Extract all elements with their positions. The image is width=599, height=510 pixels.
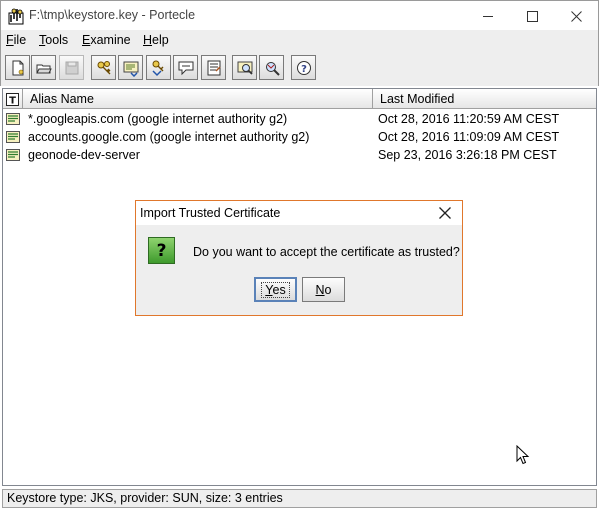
table-row[interactable]: accounts.google.com (google internet aut… bbox=[3, 128, 596, 146]
status-bar: Keystore type: JKS, provider: SUN, size:… bbox=[2, 489, 597, 508]
menu-bar: File Tools Examine Help bbox=[0, 30, 599, 52]
open-keystore-icon bbox=[35, 64, 52, 73]
alias-cell: accounts.google.com (google internet aut… bbox=[28, 130, 310, 144]
type-column-icon: T bbox=[6, 92, 19, 106]
last-modified-cell: Oct 28, 2016 11:09:09 AM CEST bbox=[378, 130, 560, 144]
examine-certificate-icon bbox=[237, 61, 253, 75]
trusted-certificate-icon bbox=[6, 149, 20, 161]
table-row[interactable]: geonode-dev-server Sep 23, 2016 3:26:18 … bbox=[3, 146, 596, 164]
dialog-title-bar: Import Trusted Certificate bbox=[136, 201, 462, 225]
examine-ssl-icon bbox=[265, 61, 280, 76]
import-trusted-cert-button[interactable] bbox=[118, 55, 143, 80]
maximize-button[interactable] bbox=[509, 1, 555, 31]
minimize-icon bbox=[482, 15, 493, 17]
import-keypair-icon bbox=[151, 60, 163, 76]
examine-ssl-button[interactable] bbox=[259, 55, 284, 80]
column-header-type[interactable]: T bbox=[3, 89, 23, 109]
portecle-app-icon[interactable] bbox=[8, 7, 24, 25]
open-keystore-button[interactable] bbox=[31, 55, 56, 80]
import-trusted-certificate-dialog: Import Trusted Certificate ? Do you want… bbox=[135, 200, 463, 316]
window-title: F:\tmp\keystore.key - Portecle bbox=[29, 8, 196, 22]
yes-button[interactable]: Yes bbox=[254, 277, 297, 302]
menu-examine[interactable]: Examine bbox=[82, 33, 131, 47]
set-password-button[interactable] bbox=[173, 55, 198, 80]
status-text: Keystore type: JKS, provider: SUN, size:… bbox=[7, 491, 283, 505]
set-password-icon bbox=[178, 61, 193, 75]
question-icon: ? bbox=[148, 237, 175, 264]
trusted-certificate-icon bbox=[6, 113, 20, 125]
alias-cell: *.googleapis.com (google internet author… bbox=[28, 112, 288, 126]
new-keystore-button[interactable] bbox=[5, 55, 30, 80]
menu-help[interactable]: Help bbox=[143, 33, 169, 47]
minimize-button[interactable] bbox=[465, 1, 511, 31]
examine-certificate-button[interactable] bbox=[232, 55, 257, 80]
mouse-pointer-icon bbox=[516, 445, 530, 465]
last-modified-cell: Sep 23, 2016 3:26:18 PM CEST bbox=[378, 148, 557, 162]
last-modified-cell: Oct 28, 2016 11:20:59 AM CEST bbox=[378, 112, 560, 126]
keystore-report-icon bbox=[207, 60, 221, 75]
close-window-button[interactable] bbox=[553, 1, 599, 31]
menu-file[interactable]: File bbox=[6, 33, 26, 47]
new-keystore-icon bbox=[12, 60, 23, 75]
svg-text:?: ? bbox=[301, 64, 307, 75]
help-icon: ? bbox=[296, 60, 311, 75]
save-keystore-button[interactable] bbox=[59, 55, 84, 80]
close-icon bbox=[570, 10, 582, 22]
dialog-message: Do you want to accept the certificate as… bbox=[193, 245, 460, 259]
generate-keypair-icon bbox=[97, 60, 110, 74]
dialog-title: Import Trusted Certificate bbox=[140, 206, 281, 220]
keystore-report-button[interactable] bbox=[201, 55, 226, 80]
generate-keypair-button[interactable] bbox=[91, 55, 116, 80]
dialog-close-icon[interactable] bbox=[438, 206, 452, 220]
import-keypair-button[interactable] bbox=[146, 55, 171, 80]
help-button[interactable]: ? bbox=[291, 55, 316, 80]
table-header: T Alias Name Last Modified bbox=[3, 89, 596, 109]
title-bar: F:\tmp\keystore.key - Portecle bbox=[0, 0, 599, 30]
maximize-icon bbox=[526, 10, 538, 22]
save-keystore-icon bbox=[65, 61, 78, 74]
svg-text:T: T bbox=[9, 95, 16, 106]
toolbar: ? bbox=[0, 52, 599, 86]
import-trusted-cert-icon bbox=[123, 61, 138, 77]
column-header-alias[interactable]: Alias Name bbox=[23, 89, 373, 109]
column-header-last-modified[interactable]: Last Modified bbox=[373, 89, 596, 109]
alias-cell: geonode-dev-server bbox=[28, 148, 140, 162]
trusted-certificate-icon bbox=[6, 131, 20, 143]
no-button[interactable]: No bbox=[302, 277, 345, 302]
menu-tools[interactable]: Tools bbox=[39, 33, 68, 47]
table-row[interactable]: *.googleapis.com (google internet author… bbox=[3, 110, 596, 128]
